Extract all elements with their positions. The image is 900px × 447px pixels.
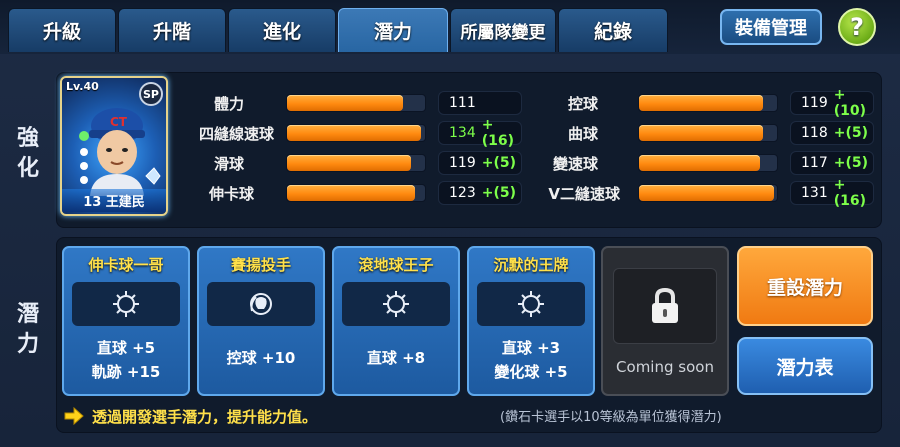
lock-icon: [652, 287, 678, 323]
potential-title: 沉默的王牌: [493, 256, 569, 274]
stat-bar-slider: [286, 154, 426, 172]
potential-effect-1: 直球 +8: [366, 349, 426, 367]
tab-level-up[interactable]: 升級: [8, 8, 116, 52]
coming-soon-label: Coming soon: [616, 358, 714, 376]
potential-section-label: 潛力: [16, 302, 39, 357]
potential-title: 伸卡球一哥: [88, 256, 164, 274]
stat-bar-changeup: [638, 154, 778, 172]
reset-potential-button[interactable]: 重設潛力: [737, 246, 873, 326]
potential-effect-1: 控球 +10: [226, 349, 296, 367]
potential-effect-2: 軌跡 +15: [91, 363, 161, 381]
stat-bar-two-seam: [638, 184, 778, 202]
stat-bar-sinker: [286, 184, 426, 202]
question-mark-icon: ?: [850, 13, 864, 41]
potential-title: 滾地球王子: [358, 256, 434, 274]
tab-bar: 升級 升階 進化 潛力 所屬隊變更 紀錄 裝備管理 ?: [0, 0, 900, 54]
tab-rank-up[interactable]: 升階: [118, 8, 226, 52]
potential-card-silent-ace[interactable]: 沉默的王牌 直球 +3 變化球 +5: [467, 246, 595, 396]
stat-bar-stamina: [286, 94, 426, 112]
stat-value-curveball: 118 +(5): [790, 121, 874, 145]
arrow-right-icon: [64, 407, 84, 425]
stat-label-slider: 滑球: [213, 155, 244, 173]
pitching-hand-icon: [250, 293, 272, 315]
potential-card-cy-young[interactable]: 賽揚投手 控球 +10: [197, 246, 325, 396]
stat-bar-four-seam: [286, 124, 426, 142]
team-logo: CT: [110, 115, 128, 129]
enhance-section-label: 強化: [16, 126, 39, 181]
stat-label-curveball: 曲球: [567, 125, 598, 143]
potential-effect-1: 直球 +5: [96, 339, 156, 357]
help-button[interactable]: ?: [838, 8, 876, 46]
stat-label-control: 控球: [567, 95, 598, 113]
tab-team-change[interactable]: 所屬隊變更: [450, 8, 556, 52]
stat-label-sinker: 伸卡球: [208, 185, 254, 203]
stat-value-control: 119 +(10): [790, 87, 874, 119]
potential-note: (鑽石卡選手以10等級為單位獲得潛力): [500, 410, 722, 425]
stat-label-stamina: 體力: [213, 95, 244, 113]
stat-value-two-seam: 131 +(16): [790, 177, 874, 209]
spiky-ball-icon: [113, 291, 139, 317]
stat-bar-curveball: [638, 124, 778, 142]
spiky-ball-icon: [518, 291, 544, 317]
potential-effect-1: 直球 +3: [501, 339, 561, 357]
stat-label-two-seam: V二縫速球: [548, 185, 620, 203]
tab-records[interactable]: 紀錄: [558, 8, 668, 52]
potential-table-button[interactable]: 潛力表: [737, 337, 873, 395]
hint-row: 透過開發選手潛力，提升能力值。: [64, 404, 317, 428]
stat-bar-control: [638, 94, 778, 112]
stat-label-changeup: 變速球: [552, 155, 598, 173]
stat-label-four-seam: 四縫線速球: [198, 125, 274, 143]
potential-card-grounder-prince[interactable]: 滾地球王子 直球 +8: [332, 246, 460, 396]
potential-effect-2: 變化球 +5: [494, 363, 568, 381]
card-level: Lv.40: [66, 80, 99, 93]
tab-potential[interactable]: 潛力: [338, 8, 448, 52]
potential-card-sinker-ace[interactable]: 伸卡球一哥 直球 +5 軌跡 +15: [62, 246, 190, 396]
equipment-manage-button[interactable]: 裝備管理: [720, 9, 822, 45]
spiky-ball-icon: [383, 291, 409, 317]
tab-evolve[interactable]: 進化: [228, 8, 336, 52]
locked-potential-slot: Coming soon: [601, 246, 729, 396]
potential-title: 賽揚投手: [230, 256, 291, 274]
stat-value-changeup: 117 +(5): [790, 151, 874, 175]
hint-text: 透過開發選手潛力，提升能力值。: [92, 407, 318, 426]
